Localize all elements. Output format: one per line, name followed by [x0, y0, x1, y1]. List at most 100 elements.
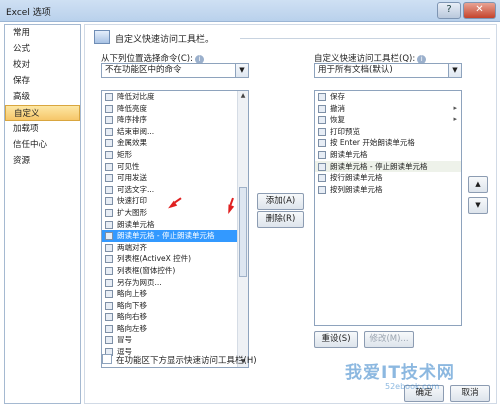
reset-button[interactable]: 重设(S) — [314, 331, 358, 348]
list-item[interactable]: 按行朗读单元格 — [315, 172, 461, 184]
list-item-label: 朗读单元格 - 停止朗读单元格 — [117, 231, 215, 241]
command-icon — [318, 174, 326, 183]
help-icon: ? — [446, 4, 452, 15]
command-icon — [105, 162, 113, 171]
list-item[interactable]: 打印预览 — [315, 126, 461, 138]
commands-scrollbar[interactable]: ▲ ▼ — [237, 91, 248, 367]
nav-item-changyong[interactable]: 常用 — [5, 25, 80, 41]
list-item[interactable]: 降低亮度 — [102, 103, 248, 115]
list-item[interactable]: 可见性 — [102, 161, 248, 173]
submenu-icon: ▸ — [453, 115, 457, 124]
list-item-label: 可用发送 — [117, 173, 147, 183]
choose-from-value: 不在功能区中的命令 — [105, 65, 182, 75]
list-item[interactable]: 撤消 ▸ — [315, 103, 461, 115]
watermark: 我爱IT技术网 52ebook.com — [325, 350, 495, 400]
list-item[interactable]: 朗读单元格 - 停止朗读单元格 — [102, 230, 248, 242]
help-button[interactable]: ? — [437, 2, 461, 19]
list-item-label: 快速打印 — [117, 196, 147, 206]
scroll-thumb[interactable] — [239, 187, 247, 277]
list-item[interactable]: 朗读单元格 — [315, 149, 461, 161]
nav-item-ziyuan[interactable]: 资源 — [5, 153, 80, 169]
nav-item-xinren[interactable]: 信任中心 — [5, 137, 80, 153]
list-item-label: 降序排序 — [117, 115, 147, 125]
scroll-up-icon[interactable]: ▲ — [238, 91, 248, 101]
list-item[interactable]: 列表框(窗体控件) — [102, 265, 248, 277]
list-item-label: 略向左移 — [117, 323, 147, 333]
command-icon — [105, 208, 113, 217]
list-item-label: 打印预览 — [330, 126, 360, 136]
list-item[interactable]: 略向左移 — [102, 323, 248, 335]
nav-item-baocun[interactable]: 保存 — [5, 73, 80, 89]
list-item[interactable]: 结束审阅... — [102, 126, 248, 138]
list-item-label: 略向右移 — [117, 312, 147, 322]
commands-list-rows: 降低对比度 降低亮度 降序排序 结束审阅... 金属效果 矩形 可见性 可用发送 可选文字...… — [102, 91, 248, 358]
remove-button[interactable]: 删除(R) — [257, 211, 304, 228]
list-item-label: 另存为网页... — [117, 277, 162, 287]
quick-access-toolbar-icon — [94, 30, 110, 44]
chevron-down-icon[interactable]: ▼ — [448, 64, 461, 77]
nav-item-gongshi[interactable]: 公式 — [5, 41, 80, 57]
nav-item-zidingyi[interactable]: 自定义 — [5, 105, 80, 121]
close-icon: ✕ — [475, 4, 484, 15]
list-item[interactable]: 可用发送 — [102, 172, 248, 184]
command-icon — [105, 150, 113, 159]
list-item[interactable]: 略向下移 — [102, 300, 248, 312]
add-button[interactable]: 添加(A) >> — [257, 193, 304, 221]
list-item[interactable]: 略向右移 — [102, 311, 248, 323]
move-down-button[interactable]: ▼ — [468, 197, 488, 214]
list-item-label: 朗读单元格 - 停止朗读单元格 — [330, 161, 428, 171]
list-item-label: 朗读单元格 — [330, 149, 368, 159]
list-item-label: 按行朗读单元格 — [330, 173, 383, 183]
nav-item-jiaodui[interactable]: 校对 — [5, 57, 80, 73]
list-item-label: 降低对比度 — [117, 92, 155, 101]
customize-dropdown[interactable]: 用于所有文档(默认) ▼ — [314, 63, 462, 78]
nav-item-gaoji[interactable]: 高级 — [5, 89, 80, 105]
list-item[interactable]: 冒号 — [102, 334, 248, 346]
chevron-down-icon[interactable]: ▼ — [235, 64, 248, 77]
nav-item-jiazaixiang[interactable]: 加载项 — [5, 121, 80, 137]
list-item-label: 朗读单元格 — [117, 219, 155, 229]
toolbar-commands-list[interactable]: 保存 撤消 ▸ 恢复 ▸ 打印预览按 Enter 开始朗读单元格 朗读单元格朗读单元格 - … — [314, 90, 462, 326]
move-up-button[interactable]: ▲ — [468, 176, 488, 193]
command-icon — [318, 93, 326, 101]
commands-list[interactable]: 降低对比度 降低亮度 降序排序 结束审阅... 金属效果 矩形 可见性 可用发送 可选文字...… — [101, 90, 249, 368]
modify-button[interactable]: 修改(M)... — [364, 331, 414, 348]
list-item[interactable]: 朗读单元格 — [102, 219, 248, 231]
show-below-ribbon-label: 在功能区下方显示快速访问工具栏(H) — [116, 356, 257, 366]
list-item[interactable]: 列表框(ActiveX 控件) — [102, 253, 248, 265]
close-button[interactable]: ✕ — [463, 2, 496, 19]
list-item[interactable]: 按 Enter 开始朗读单元格 — [315, 137, 461, 149]
customize-value: 用于所有文档(默认) — [318, 65, 393, 75]
show-below-ribbon-checkbox[interactable] — [102, 354, 112, 364]
list-item[interactable]: 另存为网页... — [102, 277, 248, 289]
list-item[interactable]: 矩形 — [102, 149, 248, 161]
move-down-icon: ▼ — [475, 201, 481, 209]
section-heading: 自定义快速访问工具栏。 — [115, 35, 215, 45]
command-icon — [105, 185, 113, 194]
list-item[interactable]: 降低对比度 — [102, 91, 248, 103]
command-icon — [105, 266, 113, 275]
list-item[interactable]: 朗读单元格 - 停止朗读单元格 — [315, 160, 461, 173]
list-item[interactable]: 按列朗读单元格 — [315, 184, 461, 196]
list-item-label: 矩形 — [117, 149, 132, 159]
choose-from-dropdown[interactable]: 不在功能区中的命令 ▼ — [101, 63, 249, 78]
list-item-label: 按 Enter 开始朗读单元格 — [330, 138, 415, 148]
list-item[interactable]: 略向上移 — [102, 288, 248, 300]
window-title: Excel 选项 — [6, 8, 51, 18]
list-item[interactable]: 两端对齐 — [102, 242, 248, 254]
list-item[interactable]: 金属效果 — [102, 137, 248, 149]
list-item[interactable]: 降序排序 — [102, 114, 248, 126]
command-icon — [105, 174, 113, 183]
list-item-label: 降低亮度 — [117, 103, 147, 113]
command-icon — [105, 116, 113, 125]
submenu-icon: ▸ — [453, 103, 457, 112]
watermark-text: 我爱IT技术网 — [345, 363, 455, 383]
command-icon — [318, 162, 326, 171]
list-item[interactable]: 保存 — [315, 91, 461, 103]
list-item-label: 略向下移 — [117, 300, 147, 310]
command-icon — [318, 127, 326, 136]
command-icon — [105, 93, 113, 101]
command-icon — [105, 336, 113, 345]
list-item[interactable]: 恢复 ▸ — [315, 114, 461, 126]
list-item-label: 列表框(窗体控件) — [117, 265, 176, 275]
